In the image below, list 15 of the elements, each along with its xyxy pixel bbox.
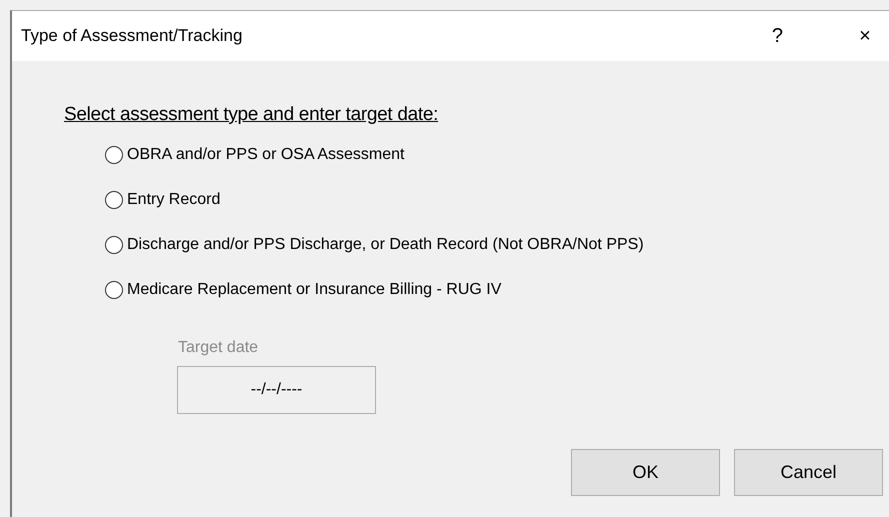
option-label[interactable]: Discharge and/or PPS Discharge, or Death Record (Not OBRA/Not PPS) [127, 232, 644, 256]
field-label: Target date [178, 338, 260, 358]
radio-button[interactable] [105, 190, 123, 208]
radio-button[interactable] [105, 236, 123, 254]
radio-button[interactable] [105, 280, 123, 298]
radio-button[interactable] [105, 146, 123, 164]
dialog-button[interactable]: OK [571, 449, 720, 496]
dialog-button[interactable]: Cancel [734, 449, 883, 496]
option-label[interactable]: Entry Record [127, 188, 220, 212]
help-button[interactable]: ? [772, 26, 783, 46]
option-label[interactable]: Medicare Replacement or Insurance Billing - RUG IV [127, 278, 502, 302]
option-label[interactable]: OBRA and/or PPS or OSA Assessment [127, 142, 404, 166]
window-title: Type of Assessment/Tracking [21, 25, 244, 48]
prompt-text: Select assessment type and enter target date: [64, 103, 438, 127]
close-button[interactable]: × [853, 24, 877, 48]
